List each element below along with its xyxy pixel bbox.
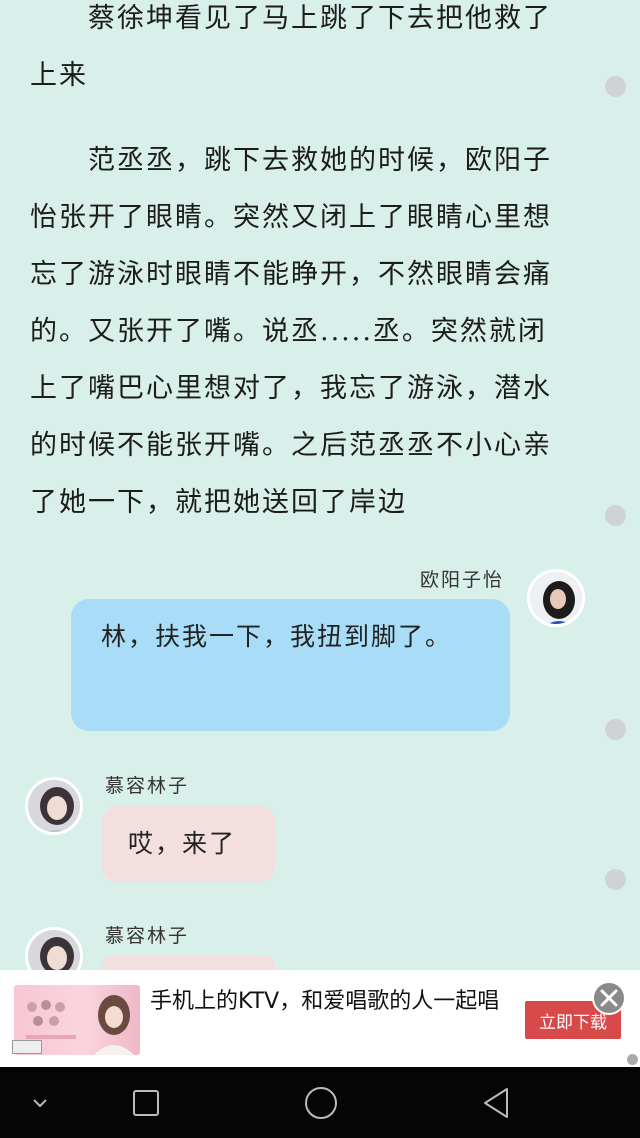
- story-paragraph-2-text: 范丞丞，跳下去救她的时候，欧阳子怡张开了眼睛。突然又闭上了眼睛心里想忘了游泳时眼…: [30, 145, 552, 518]
- message-text: 林，扶我一下，我扭到脚了。: [101, 622, 453, 651]
- message-text: 哎，来了: [128, 829, 237, 858]
- scroll-indicator-dot: [605, 719, 626, 740]
- collapse-icon[interactable]: [0, 1067, 80, 1138]
- close-icon[interactable]: [592, 981, 626, 1015]
- home-icon[interactable]: [281, 1067, 361, 1138]
- scroll-indicator-dot: [605, 505, 626, 526]
- story-paragraph-1-text: 蔡徐坤看见了马上跳了下去把他救了上来: [30, 3, 552, 91]
- ad-info-icon[interactable]: [627, 1054, 638, 1065]
- message-bubble[interactable]: 哎，来了: [102, 806, 275, 882]
- ad-label-icon: [12, 1040, 42, 1054]
- back-icon[interactable]: [456, 1067, 536, 1138]
- avatar-image: [530, 572, 582, 624]
- message-bubble[interactable]: 林，扶我一下，我扭到脚了。: [71, 599, 510, 731]
- sender-name: 慕容林子: [105, 925, 190, 947]
- navigation-bar: [0, 1067, 640, 1138]
- avatar-image: [28, 780, 80, 832]
- story-paragraph-2: 范丞丞，跳下去救她的时候，欧阳子怡张开了眼睛。突然又闭上了眼睛心里想忘了游泳时眼…: [30, 132, 575, 531]
- story-paragraph-1: 蔡徐坤看见了马上跳了下去把他救了上来: [30, 0, 575, 104]
- sender-name: 慕容林子: [105, 775, 190, 797]
- scroll-indicator-dot: [605, 76, 626, 97]
- sender-name: 欧阳子怡: [420, 569, 505, 591]
- recents-icon[interactable]: [106, 1067, 186, 1138]
- ad-text[interactable]: 手机上的KTV，和爱唱歌的人一起唱: [150, 986, 510, 1018]
- avatar[interactable]: [25, 777, 83, 835]
- scroll-indicator-dot: [605, 869, 626, 890]
- avatar[interactable]: [527, 569, 585, 627]
